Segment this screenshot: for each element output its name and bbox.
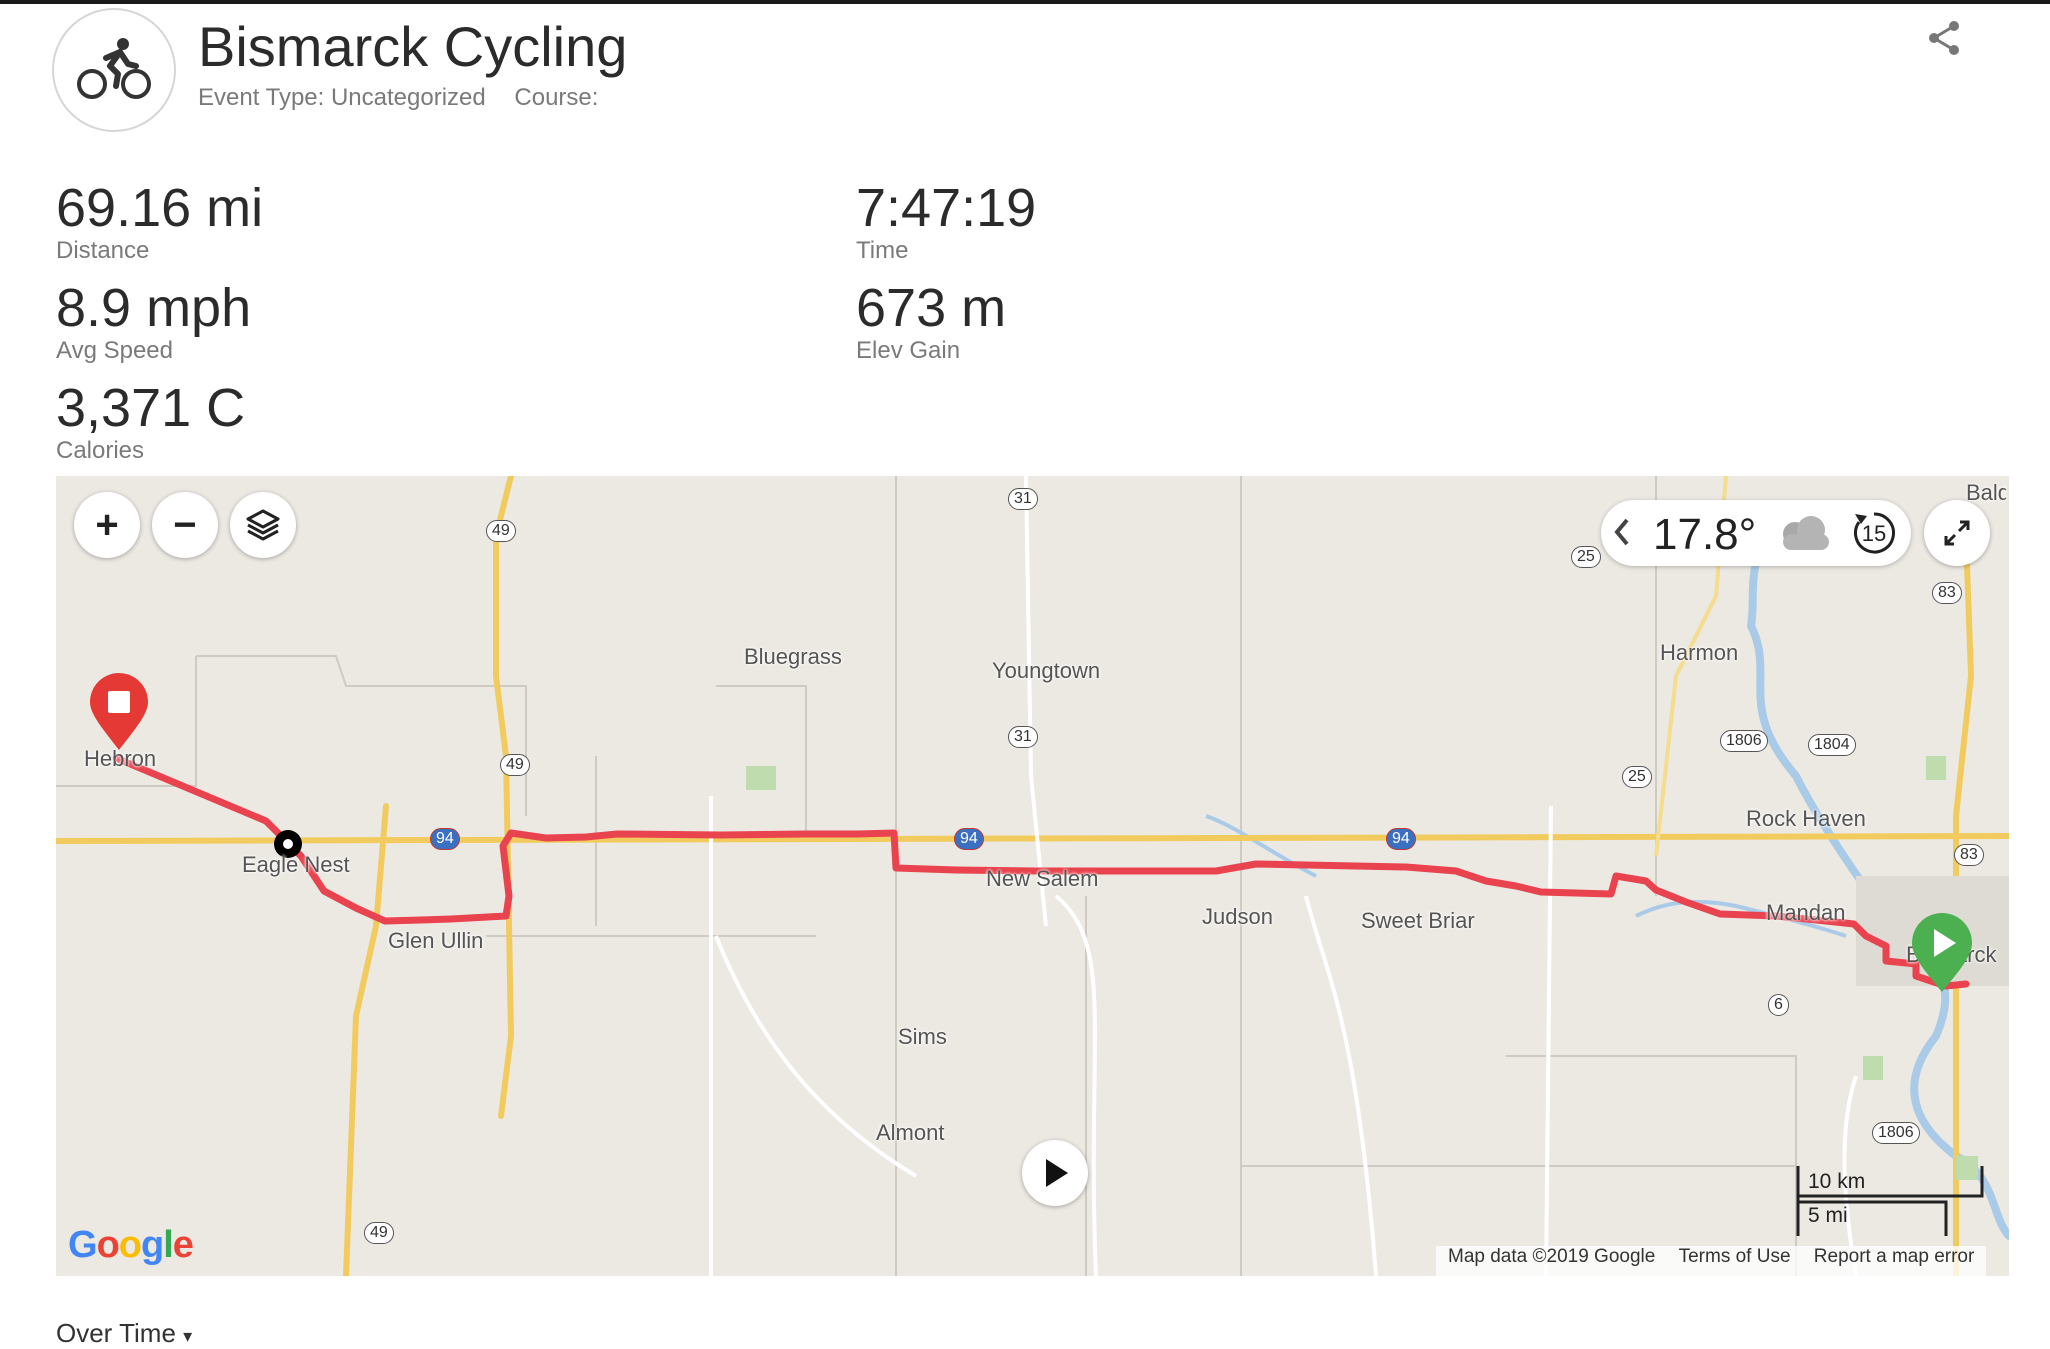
route-shield: 83 [1932,582,1962,604]
route-shield: 49 [500,754,530,776]
layers-button[interactable] [230,492,296,558]
place-label: Rock Haven [1746,806,1866,831]
replay-timer-label: 15 [1861,521,1887,546]
route-shield: 6 [1768,994,1789,1016]
bicycle-icon [77,38,151,99]
activity-meta: Event Type: Uncategorized Course: [198,84,620,112]
stat-time: 7:47:19 Time [856,180,1036,266]
start-marker[interactable] [1910,912,1974,999]
stat-calories: 3,371 C Calories [56,380,245,466]
stat-avg-speed: 8.9 mph Avg Speed [56,280,251,366]
zoom-in-button[interactable]: + [74,492,140,558]
stat-label: Avg Speed [56,337,173,364]
event-type: Event Type: Uncategorized [198,84,486,111]
stat-label: Distance [56,237,150,264]
expand-icon [1944,520,1970,546]
stat-label: Elev Gain [856,337,961,364]
route-shield: 49 [364,1222,394,1244]
chevron-left-icon[interactable] [1613,516,1631,553]
minus-icon: − [173,503,197,547]
stat-value: 7:47:19 [856,178,1037,238]
end-marker[interactable] [88,672,150,757]
map-data-credit: Map data ©2019 Google [1448,1246,1656,1267]
top-bar [0,0,2050,4]
interstate-shield: 94 [1386,828,1416,850]
stat-value: 3,371 C [56,378,246,438]
replay-timer-button[interactable]: 15 [1851,510,1897,556]
place-label: New Salem [986,866,1099,891]
stat-value: 673 m [856,278,1007,338]
interstate-shield: 94 [954,828,984,850]
scale-bar: 10 km 5 mi [1796,1166,1986,1242]
share-button[interactable] [1924,18,1964,58]
route-map[interactable]: Bluegrass Youngtown Harmon Hebron Eagle … [56,476,2009,1276]
route-shield: 83 [1954,844,1984,866]
place-label: Almont [876,1120,945,1145]
stats-panel: 69.16 mi Distance 7:47:19 Time 8.9 mph A… [56,180,2016,470]
place-label: Bald [1966,480,2006,505]
plus-icon: + [95,503,119,547]
stat-value: 8.9 mph [56,278,252,338]
map-attribution: Map data ©2019 Google Terms of Use Repor… [1436,1246,1987,1276]
weather-temperature: 17.8° [1653,510,1757,559]
play-route-button[interactable] [1022,1140,1088,1206]
interstate-shield: 94 [430,828,460,850]
weather-widget[interactable]: 17.8° 15 [1601,500,1911,566]
activity-title: Bismarck Cycling [198,15,628,78]
place-label: Judson [1202,904,1273,929]
place-label: Sweet Briar [1361,908,1475,933]
route-shield: 1806 [1872,1122,1920,1144]
start-pin-icon [1912,913,1972,992]
over-time-label: Over Time [56,1318,176,1348]
stat-value: 69.16 mi [56,178,264,238]
activity-header: Bismarck Cycling Event Type: Uncategoriz… [52,8,2012,138]
place-label: Bluegrass [744,644,842,669]
route-shield: 25 [1622,766,1652,788]
stat-elev-gain: 673 m Elev Gain [856,280,1006,366]
place-label: Glen Ullin [388,928,484,953]
scale-imperial: 5 mi [1808,1204,1848,1227]
course: Course: [514,84,599,111]
caret-down-icon: ▾ [183,1326,193,1346]
route-shield: 1806 [1720,730,1768,752]
route-shield: 49 [486,520,516,542]
play-icon [1046,1159,1068,1187]
google-logo: Google [68,1224,194,1266]
route-shield: 31 [1008,488,1038,510]
stat-distance: 69.16 mi Distance [56,180,263,266]
place-label: Harmon [1660,640,1739,665]
place-label: Mandan [1766,900,1846,925]
stat-label: Calories [56,437,145,464]
place-label: Sims [898,1024,947,1049]
layers-icon [246,509,280,541]
report-error-link[interactable]: Report a map error [1814,1246,1975,1267]
terms-link[interactable]: Terms of Use [1679,1246,1791,1267]
route-shield: 1804 [1808,734,1856,756]
cloud-icon [1773,514,1835,557]
zoom-out-button[interactable]: − [152,492,218,558]
fullscreen-button[interactable] [1924,500,1990,566]
stat-label: Time [856,237,909,264]
route-shield: 25 [1571,546,1601,568]
scale-metric: 10 km [1808,1170,1866,1193]
over-time-section[interactable]: Over Time ▾ [56,1318,192,1349]
activity-avatar [52,8,176,132]
place-label: Youngtown [992,658,1101,683]
route-shield: 31 [1008,726,1038,748]
share-icon [1929,21,1959,55]
place-label: Eagle Nest [242,852,350,877]
end-pin-icon [90,673,148,750]
